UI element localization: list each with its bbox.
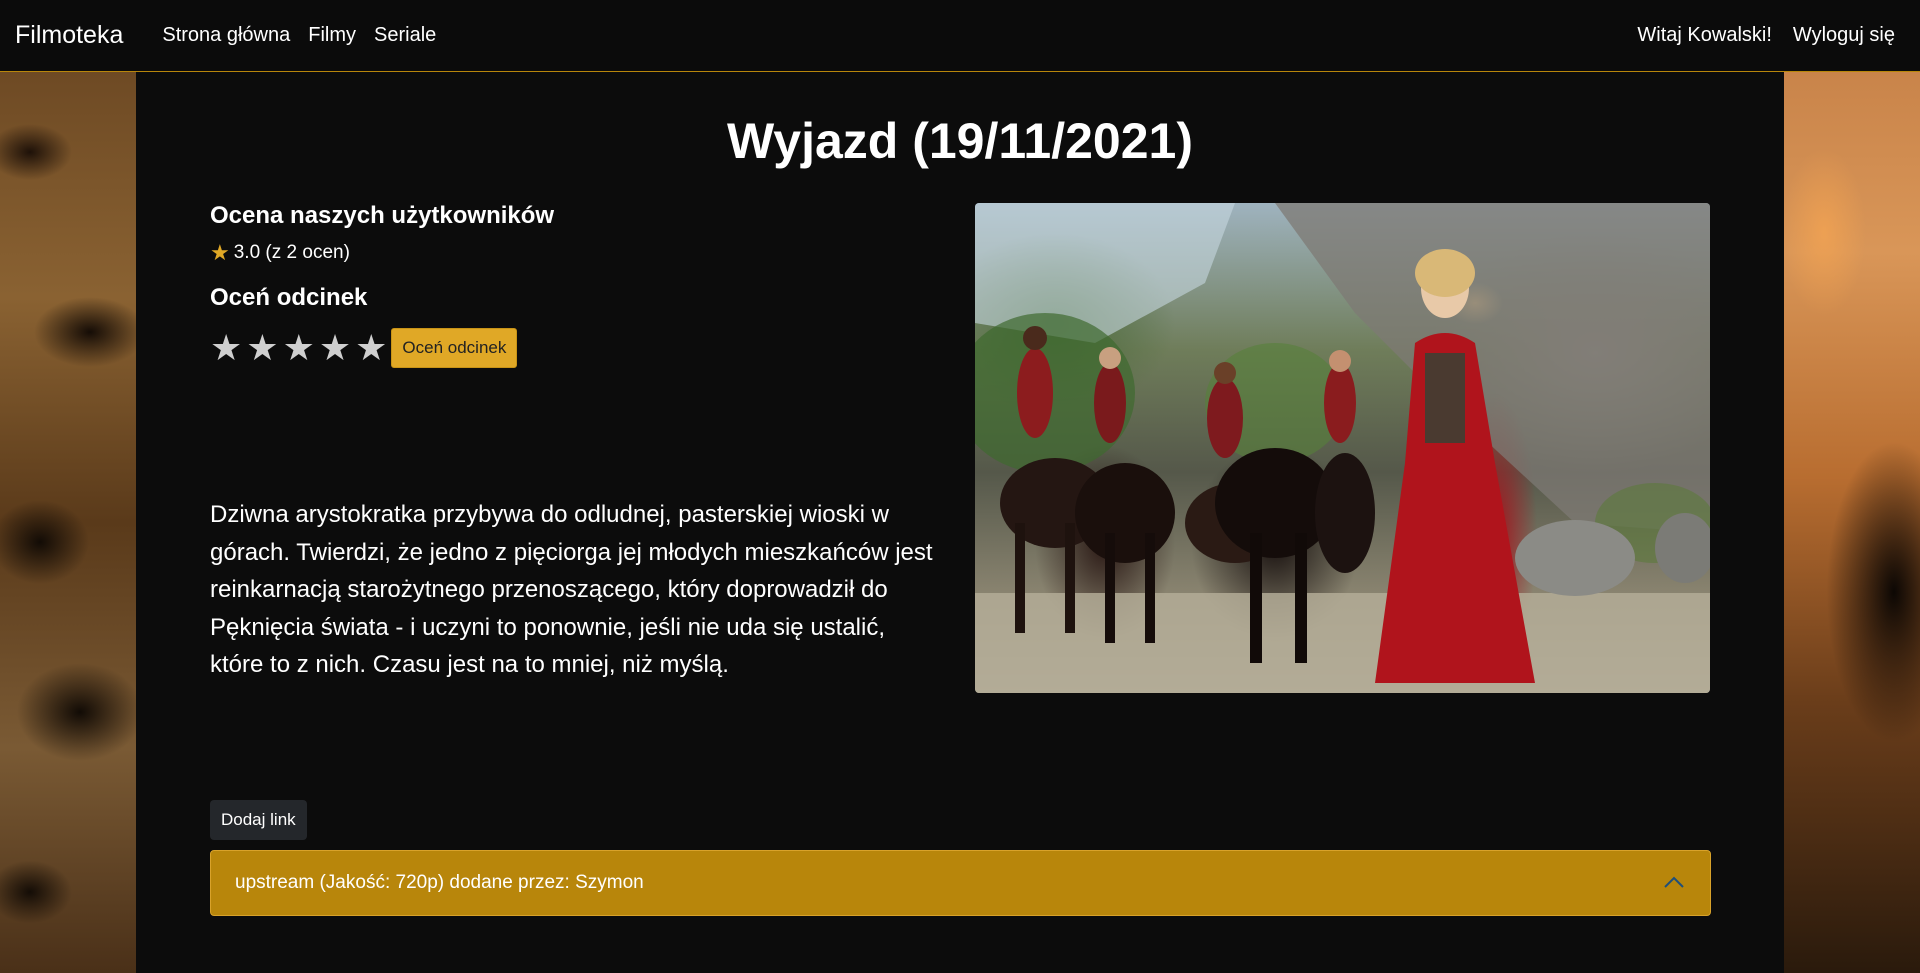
user-rating-heading: Ocena naszych użytkowników xyxy=(210,202,555,229)
top-navbar: Filmoteka Strona główna Filmy Seriale Wi… xyxy=(0,0,1920,72)
episode-description: Dziwna arystokratka przybywa do odludnej… xyxy=(210,501,933,678)
link-accordion-header[interactable]: upstream (Jakość: 720p) dodane przez: Sz… xyxy=(210,850,1711,916)
nav-user-area: Witaj Kowalski! Wyloguj się xyxy=(1637,24,1895,47)
star-icon: ★ xyxy=(210,240,230,265)
rate-star-2-icon[interactable]: ★ xyxy=(246,330,278,366)
rate-star-5-icon[interactable]: ★ xyxy=(355,330,387,366)
episode-still-illustration xyxy=(975,203,1710,693)
nav-link-movies[interactable]: Filmy xyxy=(299,24,365,47)
user-rating: ★ 3.0 (z 2 ocen) xyxy=(210,242,930,264)
backdrop-right-image xyxy=(1784,72,1920,973)
rate-star-3-icon[interactable]: ★ xyxy=(283,330,315,366)
user-rating-value: 3.0 (z 2 ocen) xyxy=(233,242,350,263)
episode-content: Wyjazd (19/11/2021) Ocena naszych użytko… xyxy=(136,72,1784,973)
brand-logo[interactable]: Filmoteka xyxy=(15,21,123,50)
link-accordion-label: upstream (Jakość: 720p) dodane przez: Sz… xyxy=(235,872,644,893)
rate-episode-button[interactable]: Oceń odcinek xyxy=(391,328,518,368)
backdrop-left-image xyxy=(0,72,136,973)
user-greeting: Witaj Kowalski! xyxy=(1637,24,1772,46)
rate-star-4-icon[interactable]: ★ xyxy=(319,330,351,366)
episode-still-image xyxy=(975,203,1710,693)
logout-link[interactable]: Wyloguj się xyxy=(1793,24,1895,47)
nav-link-home[interactable]: Strona główna xyxy=(153,24,299,47)
nav-links: Strona główna Filmy Seriale xyxy=(153,24,445,47)
rate-episode-heading: Oceń odcinek xyxy=(210,284,368,311)
add-link-button[interactable]: Dodaj link xyxy=(210,800,307,840)
rate-star-1-icon[interactable]: ★ xyxy=(210,330,242,366)
rate-episode-form: ★ ★ ★ ★ ★ Oceń odcinek xyxy=(210,328,930,368)
rating-section: Ocena naszych użytkowników ★ 3.0 (z 2 oc… xyxy=(210,202,930,368)
nav-link-series[interactable]: Seriale xyxy=(365,24,445,47)
chevron-up-icon xyxy=(1664,876,1684,888)
episode-title: Wyjazd (19/11/2021) xyxy=(726,113,1193,169)
